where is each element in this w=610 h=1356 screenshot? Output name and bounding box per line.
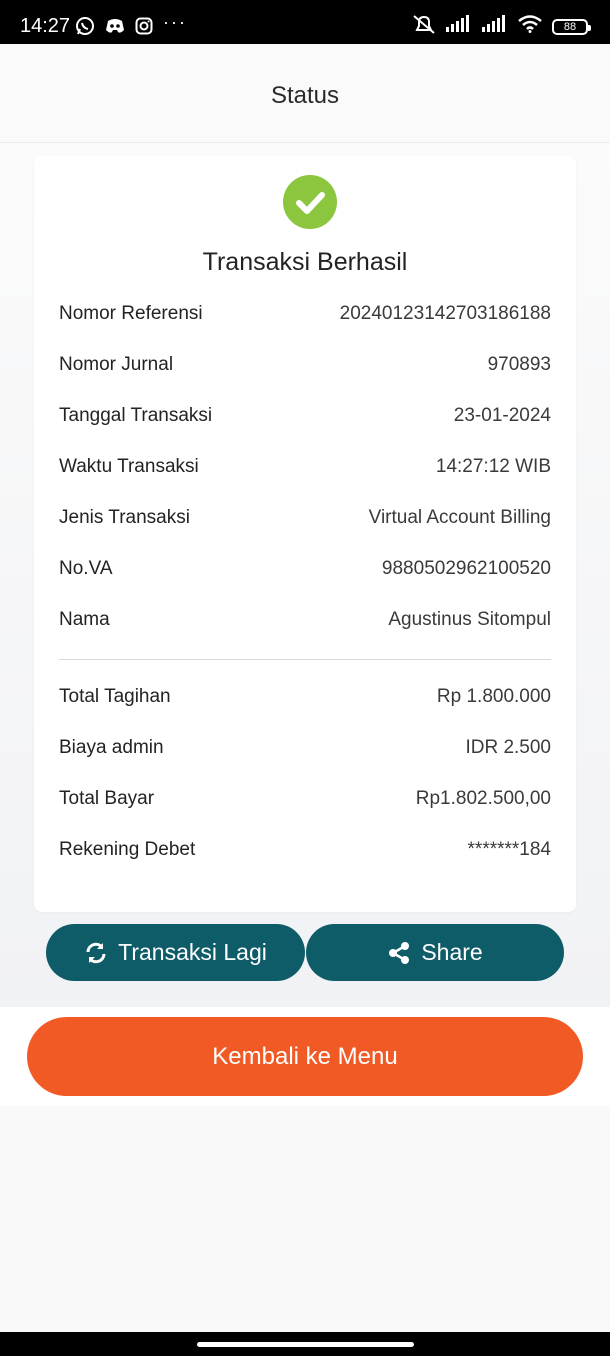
detail-value: Agustinus Sitompul: [388, 609, 551, 630]
share-icon: [387, 941, 411, 965]
page-title: Status: [270, 82, 340, 109]
wifi-icon: [518, 15, 542, 38]
total-label: Total Tagihan: [59, 686, 171, 707]
home-gesture-handle[interactable]: [197, 1342, 414, 1347]
refresh-icon: [84, 941, 108, 965]
detail-row: Jenis Transaksi Virtual Account Billing: [59, 503, 551, 533]
divider: [59, 659, 551, 660]
transaksi-lagi-label: Transaksi Lagi: [118, 939, 267, 965]
mute-icon: [412, 14, 436, 39]
detail-value: 20240123142703186188: [339, 303, 551, 324]
whatsapp-icon: [75, 16, 95, 36]
kembali-ke-menu-button[interactable]: Kembali ke Menu: [27, 1017, 583, 1096]
status-bar: 14:27 ··· 88: [0, 0, 610, 44]
total-label: Biaya admin: [59, 737, 164, 758]
more-notifications-icon: ···: [163, 12, 187, 32]
detail-label: Waktu Transaksi: [59, 456, 199, 477]
check-icon: [283, 175, 337, 229]
detail-row: Tanggal Transaksi 23-01-2024: [59, 401, 551, 431]
detail-label: Nomor Jurnal: [59, 354, 174, 375]
total-row: Rekening Debet *******184: [59, 835, 551, 865]
total-row: Total Bayar Rp1.802.500,00: [59, 784, 551, 814]
total-value: Rp 1.800.000: [436, 686, 551, 707]
total-row: Biaya admin IDR 2.500: [59, 733, 551, 763]
battery-icon: 88: [552, 18, 591, 35]
share-label: Share: [421, 939, 483, 965]
notification-icons: [75, 16, 153, 36]
detail-label: Nomor Referensi: [59, 303, 203, 324]
total-label: Total Bayar: [59, 788, 155, 809]
detail-label: Jenis Transaksi: [59, 507, 190, 528]
discord-icon: [105, 17, 125, 35]
total-label: Rekening Debet: [59, 839, 196, 860]
detail-value: Virtual Account Billing: [368, 507, 551, 528]
detail-label: No.VA: [59, 558, 113, 579]
detail-row: No.VA 9880502962100520: [59, 554, 551, 584]
signal-icon: [482, 15, 508, 38]
total-value: IDR 2.500: [465, 737, 551, 758]
status-time: 14:27: [20, 15, 71, 37]
detail-value: 23-01-2024: [453, 405, 551, 426]
detail-row: Waktu Transaksi 14:27:12 WIB: [59, 452, 551, 482]
detail-row: Nomor Referensi 20240123142703186188: [59, 299, 551, 329]
app-header: Status: [0, 44, 610, 143]
detail-label: Tanggal Transaksi: [59, 405, 213, 426]
receipt-title: Transaksi Berhasil: [202, 248, 408, 276]
kembali-ke-menu-label: Kembali ke Menu: [212, 1042, 398, 1070]
detail-row: Nomor Jurnal 970893: [59, 350, 551, 380]
transaksi-lagi-button[interactable]: Transaksi Lagi: [46, 924, 305, 981]
signal-icon: [446, 15, 472, 38]
instagram-icon: [135, 17, 153, 35]
share-button[interactable]: Share: [306, 924, 564, 981]
detail-value: 9880502962100520: [381, 558, 551, 579]
detail-row: Nama Agustinus Sitompul: [59, 605, 551, 635]
total-row: Total Tagihan Rp 1.800.000: [59, 682, 551, 712]
detail-label: Nama: [59, 609, 110, 630]
detail-value: 970893: [487, 354, 551, 375]
system-icons: 88: [412, 14, 591, 39]
receipt-card: Transaksi Berhasil Nomor Referensi 20240…: [34, 156, 576, 912]
detail-value: 14:27:12 WIB: [435, 456, 551, 477]
navigation-bar: [0, 1332, 610, 1356]
total-value: Rp1.802.500,00: [415, 788, 551, 809]
total-value: *******184: [467, 839, 551, 860]
